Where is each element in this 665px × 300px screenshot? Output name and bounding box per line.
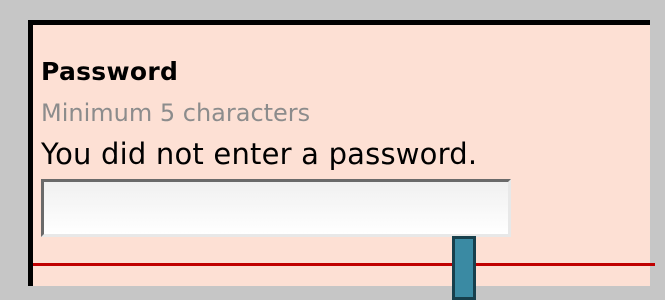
password-label: Password xyxy=(41,57,179,86)
window-frame: Password Minimum 5 characters You did no… xyxy=(0,0,665,300)
error-divider xyxy=(33,263,655,266)
password-hint: Minimum 5 characters xyxy=(41,99,311,127)
password-input[interactable] xyxy=(41,179,511,237)
bottom-strip xyxy=(28,286,650,300)
password-field-group: Password Minimum 5 characters You did no… xyxy=(28,20,655,286)
error-message: You did not enter a password. xyxy=(41,137,478,171)
drag-handle[interactable] xyxy=(452,236,476,300)
